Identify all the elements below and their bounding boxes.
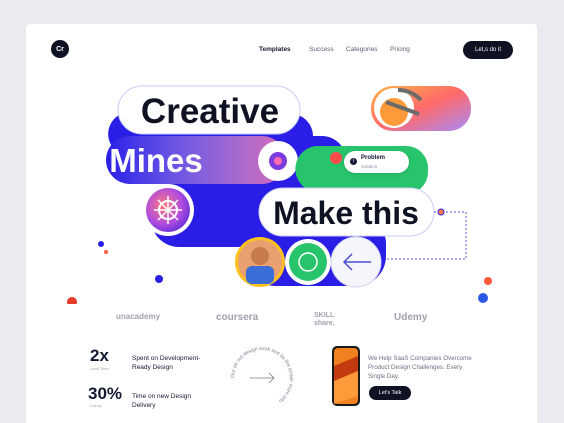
brand-udemy: Udemy [394,312,428,323]
avatar-shirt [246,266,274,284]
stat-2-number: 30% [88,384,123,403]
hero-graphic: Creative Mines Make this [67,85,492,304]
brand-skillshare: SKILL share. [314,312,335,327]
brand-unacademy: unacademy [116,312,161,321]
eye-pupil [274,157,282,165]
dot-blue-1 [98,241,104,247]
lets-talk-button[interactable]: Let's Talk [369,386,411,400]
helm-spokes [154,196,182,224]
red-dot [330,152,342,164]
dot-orange-2 [484,277,492,285]
circular-text-badge[interactable]: Our ab out design work and be the power … [226,342,298,414]
dot-orange-1 [104,250,108,254]
stat-1-number: 2x [90,346,109,365]
dot-red [67,297,77,304]
promo-phone-image [332,346,360,406]
dot-blue-3 [478,293,488,303]
problem-subtitle: Solution [361,164,378,169]
arrow-right-icon [250,372,275,384]
info-icon: i [350,158,357,165]
promo-text: We Help SaaS Companies Overcome Product … [368,355,472,380]
stat-1-desc: Spent on Development- Ready Design [132,355,201,371]
stat-2-sub: Cut by [90,403,102,408]
pickaxe-bowl [380,98,408,126]
green-circle [289,243,327,281]
avatar-head [251,247,269,265]
hero-line-2: Mines [109,142,203,179]
hero-line-3: Make this [273,195,419,231]
hero-line-1: Creative [141,92,279,131]
problem-title: Problem [361,155,386,161]
stat-2-desc: Time on new Design Delivery [132,393,192,409]
circular-text: Our ab out design work and be the power … [230,346,294,404]
landing-card: Cr Templates Success Categories Pricing … [26,24,537,423]
dot-blue-2 [155,275,163,283]
connector-node [437,208,445,216]
problem-card: i Problem Solution [344,151,409,173]
stat-1-sub: Lead Time [90,366,109,371]
brand-coursera: coursera [216,312,259,323]
svg-text:Our ab out design work and be: Our ab out design work and be the power … [230,346,294,404]
